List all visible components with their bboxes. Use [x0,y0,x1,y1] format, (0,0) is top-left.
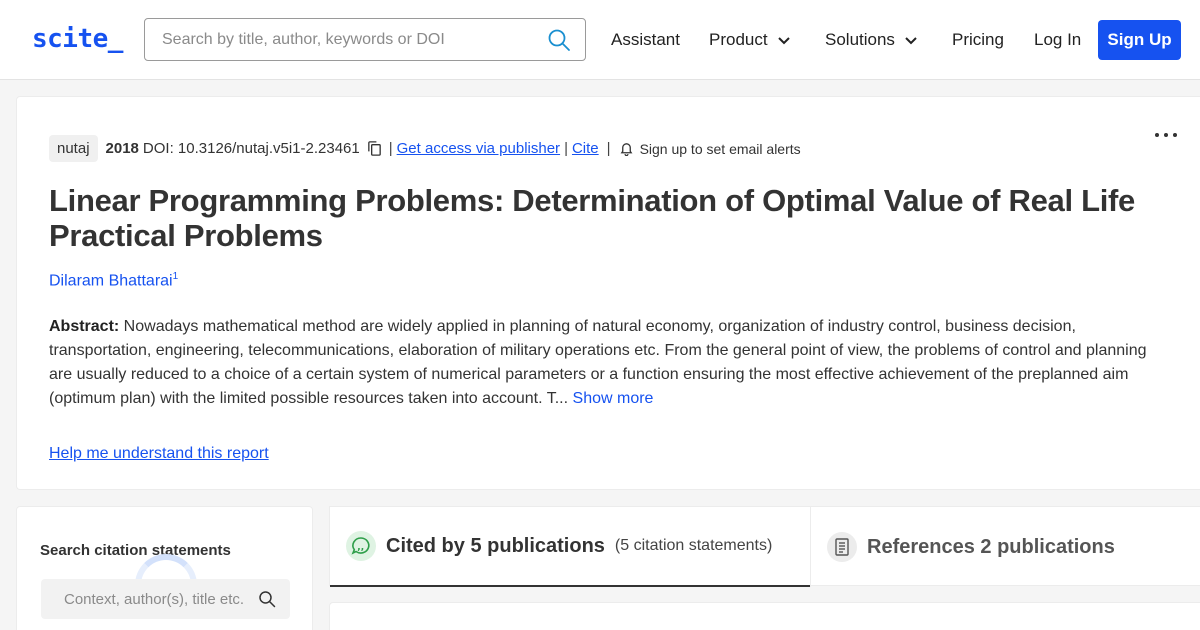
speech-bubble-icon: ,, [346,531,376,561]
chevron-down-icon [777,37,790,45]
bell-icon[interactable] [619,141,634,156]
login-link[interactable]: Log In [1034,30,1081,50]
login-label: Log In [1034,30,1082,49]
citation-search-box[interactable] [41,579,290,619]
abstract-label: Abstract: [49,318,120,335]
nav-solutions[interactable]: Solutions [825,30,919,50]
journal-badge[interactable]: nutaj [49,135,98,162]
nav-assistant-label: Assistant [611,30,680,49]
paper-meta: nutaj 2018 DOI: 10.3126/nutaj.v5i1-2.234… [49,135,801,162]
abstract: Abstract: Nowadays mathematical method a… [49,315,1159,411]
nav-assistant[interactable]: Assistant [611,30,680,50]
scite-logo[interactable]: scite_ [32,24,123,54]
separator: | [606,140,611,157]
author-name: Dilaram Bhattarai [49,272,173,290]
document-icon [827,532,857,562]
paper-title: Linear Programming Problems: Determinati… [49,183,1135,253]
separator: | [388,140,393,157]
nav-solutions-label: Solutions [825,30,895,49]
tab-cited-by-label: Cited by 5 publications [386,534,605,557]
copy-icon[interactable] [366,140,383,157]
dot [1173,133,1177,137]
tab-cited-by[interactable]: ,, Cited by 5 publications (5 citation s… [330,507,810,587]
tab-references[interactable]: References 2 publications [810,507,1200,587]
search-box[interactable] [144,18,586,61]
dot [1164,133,1168,137]
search-input[interactable] [145,19,535,60]
doi-text: DOI: 10.3126/nutaj.v5i1-2.23461 [142,140,360,157]
nav-product[interactable]: Product [709,30,792,50]
citation-search-panel: Search citation statements [16,506,313,630]
tab-references-label: References 2 publications [867,535,1115,558]
paper-card: nutaj 2018 DOI: 10.3126/nutaj.v5i1-2.234… [16,96,1200,490]
author-affiliation-index: 1 [172,271,179,282]
citation-list-area [329,602,1200,630]
help-understand-link[interactable]: Help me understand this report [49,445,269,463]
more-options-icon[interactable] [1155,125,1183,145]
citation-tabs: ,, Cited by 5 publications (5 citation s… [329,506,1200,587]
citation-search-input[interactable] [41,579,256,619]
citation-search-title: Search citation statements [40,542,231,559]
tab-cited-by-count: (5 citation statements) [614,537,773,554]
dot [1155,133,1159,137]
search-icon[interactable] [547,28,571,52]
publication-year: 2018 [105,140,139,157]
svg-text:,,: ,, [357,543,364,553]
get-access-link[interactable]: Get access via publisher [397,140,560,157]
email-alerts-link[interactable]: Sign up to set email alerts [640,141,801,157]
nav-product-label: Product [709,30,768,49]
chevron-down-icon [905,37,917,45]
cite-link[interactable]: Cite [572,140,599,157]
separator: | [564,140,568,157]
show-more-link[interactable]: Show more [573,390,654,407]
signup-button[interactable]: Sign Up [1098,20,1181,60]
top-navigation-bar: scite_ Assistant Product Solutions Prici… [0,0,1200,80]
nav-pricing[interactable]: Pricing [952,30,1004,50]
search-icon[interactable] [258,590,276,608]
nav-pricing-label: Pricing [952,30,1004,49]
author-link[interactable]: Dilaram Bhattarai1 [49,271,178,290]
